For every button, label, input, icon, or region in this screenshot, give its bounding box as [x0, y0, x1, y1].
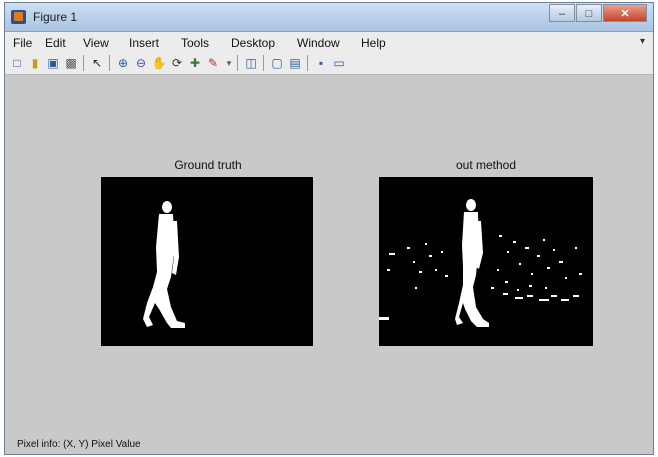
toolbar-separator: [109, 55, 110, 71]
toolbar-separator: [307, 55, 308, 71]
toolbar: □ ▮ ▣ ▩ ↖ ⊕ ⊖ ✋ ⟳ ✚ ✎ ▾ ◫ ▢ ▤ ▪ ▭: [5, 52, 653, 75]
toolbar-separator: [83, 55, 84, 71]
link-plot-icon[interactable]: ◫: [243, 55, 259, 71]
hide-plot-tools-icon[interactable]: ▪: [313, 55, 329, 71]
menu-file[interactable]: File: [13, 36, 32, 50]
axes-ground-truth[interactable]: [101, 177, 313, 346]
menu-tools[interactable]: Tools: [181, 36, 209, 50]
rotate-3d-icon[interactable]: ⟳: [169, 55, 185, 71]
plot-title-ground-truth: Ground truth: [174, 158, 242, 172]
open-file-icon[interactable]: ▮: [27, 55, 43, 71]
pixel-info-text: Pixel info: (X, Y) Pixel Value: [17, 439, 141, 450]
figure-window: Figure 1 – □ ✕ File Edit View Insert Too…: [4, 2, 654, 455]
brush-icon[interactable]: ✎: [205, 55, 221, 71]
print-icon[interactable]: ▩: [63, 55, 79, 71]
minimize-button[interactable]: –: [549, 4, 575, 22]
toolbar-separator: [237, 55, 238, 71]
close-button[interactable]: ✕: [603, 4, 647, 22]
new-figure-icon[interactable]: □: [9, 55, 25, 71]
maximize-button[interactable]: □: [576, 4, 602, 22]
dropdown-arrow-icon[interactable]: ▾: [221, 55, 237, 71]
status-bar: Pixel info: (X, Y) Pixel Value: [5, 438, 653, 454]
menu-insert[interactable]: Insert: [129, 36, 159, 50]
menu-window[interactable]: Window: [297, 36, 340, 50]
zoom-out-icon[interactable]: ⊖: [133, 55, 149, 71]
plot-title-out-method: out method: [455, 158, 517, 172]
data-cursor-icon[interactable]: ✚: [187, 55, 203, 71]
menu-overflow-icon[interactable]: ▾: [640, 36, 645, 47]
window-title: Figure 1: [33, 10, 78, 24]
show-plot-tools-icon[interactable]: ▭: [331, 55, 347, 71]
colorbar-icon[interactable]: ▢: [269, 55, 285, 71]
pointer-icon[interactable]: ↖: [89, 55, 105, 71]
toolbar-separator: [263, 55, 264, 71]
pan-icon[interactable]: ✋: [151, 55, 167, 71]
matlab-icon: [11, 10, 26, 24]
legend-icon[interactable]: ▤: [287, 55, 303, 71]
menu-desktop[interactable]: Desktop: [231, 36, 275, 50]
out-method-mask-image: [379, 199, 582, 327]
title-bar[interactable]: Figure 1 – □ ✕: [5, 3, 653, 32]
menu-help[interactable]: Help: [361, 36, 386, 50]
axes-out-method[interactable]: [379, 177, 593, 346]
ground-truth-mask-image: [143, 201, 185, 328]
menu-edit[interactable]: Edit: [45, 36, 66, 50]
zoom-in-icon[interactable]: ⊕: [115, 55, 131, 71]
window-controls: – □ ✕: [548, 4, 647, 22]
menu-view[interactable]: View: [83, 36, 109, 50]
menu-bar: File Edit View Insert Tools Desktop Wind…: [5, 32, 653, 52]
save-icon[interactable]: ▣: [45, 55, 61, 71]
